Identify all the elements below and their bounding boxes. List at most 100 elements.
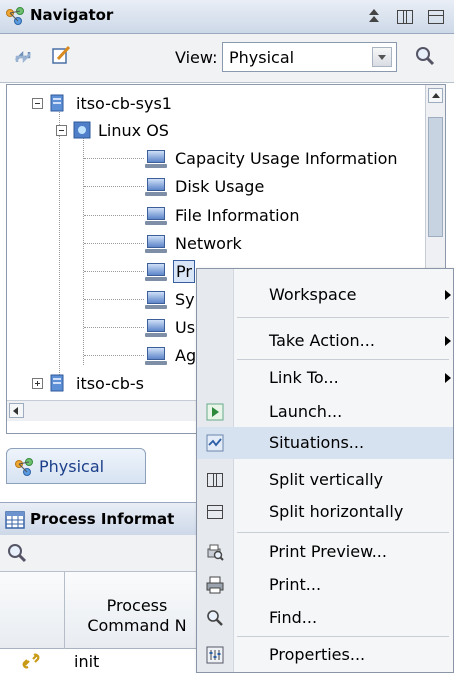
monitor-icon (145, 150, 167, 168)
menu-item-launch[interactable]: Launch... (197, 396, 453, 428)
menu-item-situations[interactable]: Situations... (197, 427, 453, 459)
update-icon[interactable] (12, 46, 34, 68)
tree-node-label: Pr (173, 260, 195, 283)
launch-icon (206, 403, 224, 421)
tree-connector (83, 133, 84, 365)
navigator-title: Navigator (30, 6, 114, 24)
search-icon[interactable] (6, 542, 28, 564)
menu-item-split-vertically[interactable]: Split vertically (197, 464, 453, 496)
table-icon (5, 511, 25, 529)
menu-item-label: Workspace (269, 285, 357, 304)
os-icon (73, 121, 91, 139)
scroll-thumb[interactable] (428, 117, 443, 237)
context-menu: Workspace Take Action... Link To... Laun… (196, 268, 454, 673)
tree-node-label: Linux OS (98, 121, 169, 140)
menu-item-workspace[interactable]: Workspace (197, 279, 453, 311)
monitor-icon (145, 235, 167, 253)
menu-item-label: Split horizontally (269, 502, 404, 521)
view-select-value: Physical (229, 48, 295, 67)
tree-node-label: Capacity Usage Information (175, 149, 398, 168)
monitor-icon (145, 291, 167, 309)
tree-connector (84, 271, 144, 272)
search-icon[interactable] (414, 45, 436, 67)
menu-separator (237, 317, 449, 318)
menu-item-label: Launch... (269, 402, 343, 421)
tree-connector (84, 327, 144, 328)
menu-separator (237, 636, 449, 637)
tree-node-label: Disk Usage (175, 177, 265, 196)
tree-connector (84, 355, 144, 356)
properties-icon (206, 646, 224, 664)
edit-icon[interactable] (50, 44, 72, 66)
situations-icon (206, 434, 224, 452)
menu-item-label: Situations... (269, 433, 365, 452)
monitor-icon (145, 347, 167, 365)
menu-item-label: Print... (269, 575, 322, 594)
tree-node-label: itso-cb-sys1 (76, 94, 172, 113)
view-select[interactable]: Physical (222, 42, 397, 72)
tree-node-label: Ag (175, 346, 197, 365)
submenu-arrow-icon (445, 336, 451, 346)
split-horizontal-icon[interactable] (428, 10, 444, 24)
menu-item-label: Split vertically (269, 470, 384, 489)
magnifier-icon (207, 610, 223, 626)
chevron-down-icon[interactable] (372, 47, 392, 67)
collapse-icon[interactable] (32, 98, 43, 109)
menu-item-label: Link To... (269, 368, 339, 387)
monitor-icon (145, 207, 167, 225)
monitor-icon (145, 178, 167, 196)
collapse-icon[interactable] (56, 125, 67, 136)
split-vertical-icon[interactable] (397, 10, 413, 24)
menu-item-print-preview[interactable]: Print Preview... (197, 536, 453, 568)
view-label: View: (175, 48, 218, 67)
submenu-arrow-icon (445, 373, 451, 383)
print-preview-icon (207, 544, 224, 561)
scroll-up-icon[interactable] (428, 88, 443, 103)
menu-item-label: Properties... (269, 645, 366, 664)
scroll-left-icon[interactable] (9, 403, 24, 418)
link-icon[interactable] (20, 650, 42, 672)
menu-separator (237, 359, 449, 360)
menu-item-label: Find... (269, 608, 318, 627)
menu-item-take-action[interactable]: Take Action... (197, 325, 453, 357)
tree-node-label: itso-cb-s (76, 374, 144, 393)
navigator-title-bar: Navigator (0, 0, 454, 34)
menu-separator (237, 532, 449, 533)
menu-item-link-to[interactable]: Link To... (197, 362, 453, 394)
tree-connector (84, 243, 144, 244)
tree-connector (59, 107, 60, 377)
expand-icon[interactable] (32, 378, 43, 389)
tree-connector (84, 158, 144, 159)
menu-item-print[interactable]: Print... (197, 569, 453, 601)
monitor-icon (145, 263, 167, 281)
system-icon (50, 374, 64, 392)
tree-node-label: Us (175, 318, 196, 337)
split-horizontal-icon (207, 505, 223, 519)
column-header-line: Process (106, 596, 168, 615)
navigator-icon (15, 458, 33, 476)
menu-item-label: Print Preview... (269, 542, 387, 561)
process-command-cell: init (74, 652, 100, 671)
column-header-process-command[interactable]: Process Command N (72, 596, 202, 636)
printer-icon (206, 576, 224, 594)
menu-item-find[interactable]: Find... (197, 602, 453, 634)
menu-item-label: Take Action... (269, 331, 375, 350)
tree-connector (84, 215, 144, 216)
submenu-arrow-icon (445, 290, 451, 300)
menu-item-properties[interactable]: Properties... (197, 639, 453, 671)
tab-label: Physical (39, 457, 105, 476)
navigator-toolbar: View: Physical (0, 34, 454, 83)
tree-node-label: File Information (175, 206, 300, 225)
column-header-line: Command N (87, 616, 187, 635)
split-vertical-icon (207, 473, 223, 487)
tree-node-label: Sy (175, 290, 195, 309)
tree-node-label: Network (175, 234, 242, 253)
process-panel-title: Process Informat (30, 510, 175, 528)
tree-connector (84, 186, 144, 187)
tab-physical[interactable]: Physical (6, 448, 146, 484)
tree-connector (84, 299, 144, 300)
navigator-icon (6, 7, 24, 25)
menu-item-split-horizontally[interactable]: Split horizontally (197, 496, 453, 528)
monitor-icon (145, 319, 167, 337)
move-up-icon[interactable] (363, 5, 385, 27)
